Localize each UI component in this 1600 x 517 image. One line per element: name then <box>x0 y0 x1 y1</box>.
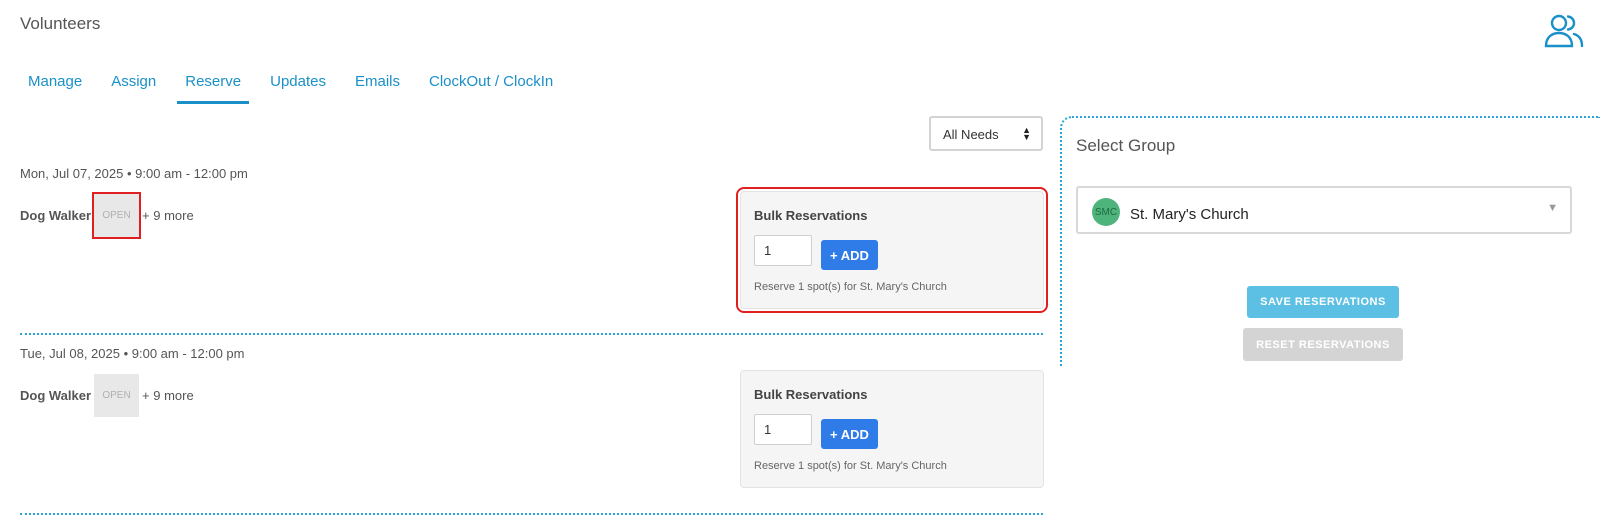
save-reservations-button[interactable]: SAVE RESERVATIONS <box>1247 286 1399 318</box>
need-name[interactable]: Dog Walker <box>20 208 91 223</box>
reset-reservations-button[interactable]: RESET RESERVATIONS <box>1243 328 1403 361</box>
tab-assign[interactable]: Assign <box>103 70 164 104</box>
bulk-reservations-title: Bulk Reservations <box>754 387 868 402</box>
more-needs-link[interactable]: + 9 more <box>142 388 194 403</box>
group-select[interactable]: SMC St. Mary's Church ▼ <box>1076 186 1572 234</box>
bulk-reservations-title: Bulk Reservations <box>754 208 868 223</box>
bulk-quantity-input[interactable]: 1 <box>754 414 812 445</box>
select-group-title: Select Group <box>1076 136 1176 155</box>
page-title: Volunteers <box>20 14 101 33</box>
open-spot-badge[interactable]: OPEN <box>92 192 142 239</box>
slot-row: Tue, Jul 08, 2025 • 9:00 am - 12:00 pm D… <box>20 346 1043 417</box>
needs-filter-select[interactable]: All Needs ▲ ▼ <box>929 116 1043 151</box>
need-name[interactable]: Dog Walker <box>20 388 91 403</box>
users-icon[interactable] <box>1544 14 1584 48</box>
group-name: St. Mary's Church <box>1130 206 1249 223</box>
slot-row: Mon, Jul 07, 2025 • 9:00 am - 12:00 pm D… <box>20 166 1043 239</box>
bulk-reservation-note: Reserve 1 spot(s) for St. Mary's Church <box>754 281 947 293</box>
add-reservation-button[interactable]: + ADD <box>821 240 878 270</box>
tab-updates[interactable]: Updates <box>262 70 334 104</box>
tab-bar: Manage Assign Reserve Updates Emails Clo… <box>20 70 574 104</box>
tab-manage[interactable]: Manage <box>20 70 90 104</box>
open-spot-badge[interactable]: OPEN <box>94 374 140 417</box>
slot-date: Tue, Jul 08, 2025 • 9:00 am - 12:00 pm <box>20 346 245 361</box>
tab-reserve[interactable]: Reserve <box>177 70 249 104</box>
bulk-quantity-input[interactable]: 1 <box>754 235 812 266</box>
slot-divider <box>20 333 1043 335</box>
group-avatar: SMC <box>1092 198 1120 226</box>
more-needs-link[interactable]: + 9 more <box>142 208 194 223</box>
slot-date: Mon, Jul 07, 2025 • 9:00 am - 12:00 pm <box>20 166 248 181</box>
bulk-reservations-panel: Bulk Reservations 1 + ADD Reserve 1 spot… <box>736 187 1048 313</box>
add-reservation-button[interactable]: + ADD <box>821 419 878 449</box>
slot-divider <box>20 513 1043 515</box>
tab-clockout-clockin[interactable]: ClockOut / ClockIn <box>421 70 561 104</box>
bulk-reservations-panel: Bulk Reservations 1 + ADD Reserve 1 spot… <box>740 370 1044 488</box>
bulk-reservation-note: Reserve 1 spot(s) for St. Mary's Church <box>754 460 947 472</box>
needs-filter-value: All Needs <box>943 127 999 142</box>
chevron-down-icon: ▼ <box>1547 202 1558 214</box>
select-arrows-icon: ▲ ▼ <box>1022 125 1031 142</box>
tab-emails[interactable]: Emails <box>347 70 408 104</box>
